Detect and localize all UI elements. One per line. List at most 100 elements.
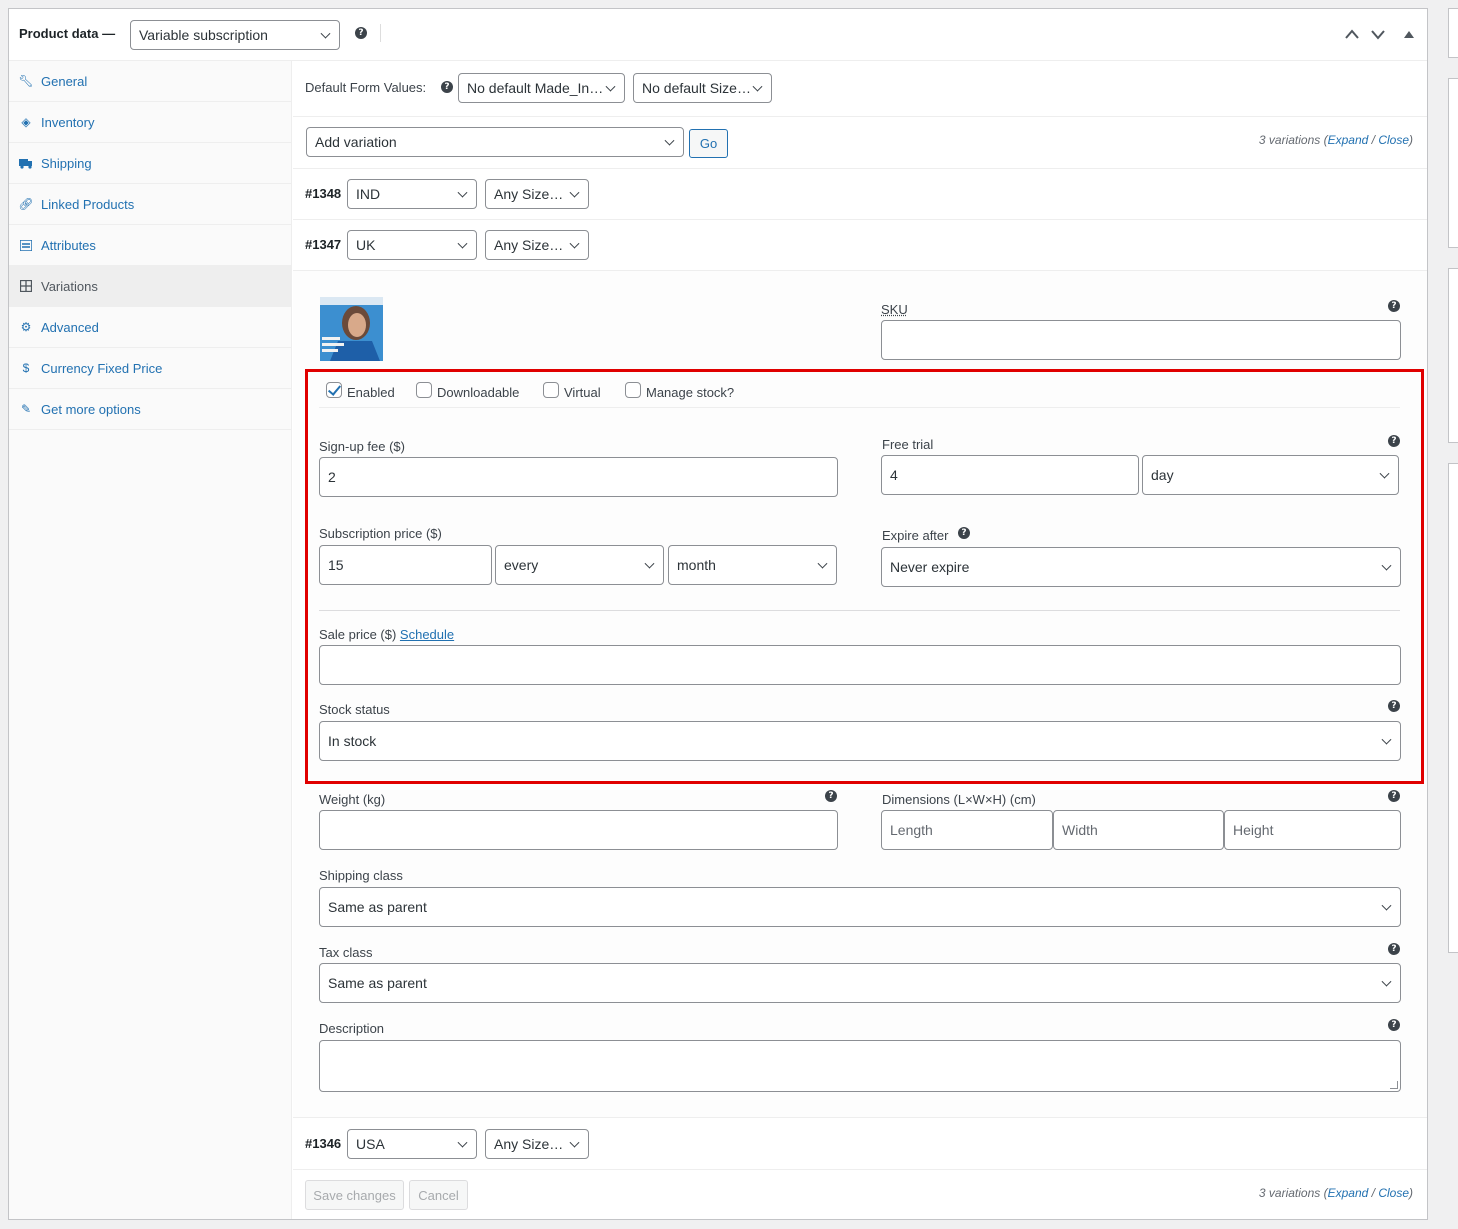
chevron-down-icon	[569, 238, 580, 249]
help-icon[interactable]: ?	[441, 81, 453, 93]
chevron-down-icon	[752, 81, 763, 92]
plugin-icon: ✎	[20, 402, 32, 416]
downloadable-checkbox[interactable]	[416, 382, 432, 398]
variation-id[interactable]: #1346	[305, 1136, 341, 1151]
chevron-down-icon	[1381, 900, 1392, 911]
product-data-tabs: 🔧︎ General ◈ Inventory Shipping 🔗︎ Linked P…	[9, 61, 292, 1219]
variation-id[interactable]: #1348	[305, 186, 341, 201]
height-input[interactable]: Height	[1224, 810, 1401, 850]
manage-stock-label: Manage stock?	[646, 385, 735, 400]
variation-size-select[interactable]: Any Size…	[485, 1129, 589, 1159]
chevron-down-icon[interactable]	[1370, 28, 1386, 40]
tab-inventory[interactable]: ◈ Inventory	[9, 102, 292, 143]
expand-link[interactable]: Expand	[1328, 133, 1369, 147]
product-type-select[interactable]: Variable subscription	[130, 20, 340, 50]
side-box	[1448, 78, 1458, 248]
sku-input[interactable]	[881, 320, 1401, 360]
tab-variations[interactable]: Variations	[9, 266, 292, 307]
tax-class-label: Tax class	[319, 945, 373, 960]
select-value: Same as parent	[328, 899, 427, 915]
schedule-link[interactable]: Schedule	[400, 627, 454, 642]
billing-interval-select[interactable]: every	[495, 545, 664, 585]
sale-price-input[interactable]	[319, 645, 1401, 685]
collapse-triangle-icon[interactable]	[1404, 30, 1414, 38]
help-icon[interactable]: ?	[1388, 943, 1400, 955]
side-box	[1448, 463, 1458, 953]
chevron-down-icon	[664, 135, 675, 146]
help-icon[interactable]: ?	[1388, 790, 1400, 802]
variation-size-select[interactable]: Any Size…	[485, 179, 589, 209]
billing-period-select[interactable]: month	[668, 545, 837, 585]
free-trial-input[interactable]: 4	[881, 455, 1139, 495]
select-value: Same as parent	[328, 975, 427, 991]
tab-currency-fixed-price[interactable]: $ Currency Fixed Price	[9, 348, 292, 389]
help-icon[interactable]: ?	[958, 527, 970, 539]
tab-shipping[interactable]: Shipping	[9, 143, 292, 184]
help-icon[interactable]: ?	[1388, 700, 1400, 712]
divider	[319, 610, 1400, 611]
expire-after-select[interactable]: Never expire	[881, 547, 1401, 587]
help-icon[interactable]: ?	[825, 790, 837, 802]
virtual-checkbox[interactable]	[543, 382, 559, 398]
select-value: No default Made_In…	[467, 80, 604, 96]
enabled-checkbox[interactable]	[326, 382, 342, 398]
cancel-button[interactable]: Cancel	[409, 1180, 468, 1210]
variation-size-select[interactable]: Any Size…	[485, 230, 589, 260]
variation-id[interactable]: #1347	[305, 237, 341, 252]
width-input[interactable]: Width	[1053, 810, 1224, 850]
chevron-down-icon	[457, 238, 468, 249]
divider	[293, 168, 1427, 169]
help-icon[interactable]: ?	[1388, 300, 1400, 312]
wrench-icon: 🔧︎	[18, 74, 34, 88]
variation-made-in-select[interactable]: IND	[347, 179, 477, 209]
weight-label: Weight (kg)	[319, 792, 386, 807]
free-trial-period-select[interactable]: day	[1142, 455, 1399, 495]
select-value: USA	[356, 1136, 385, 1152]
tab-attributes[interactable]: Attributes	[9, 225, 292, 266]
signup-fee-input[interactable]: 2	[319, 457, 838, 497]
grid-icon	[19, 279, 33, 293]
chevron-down-icon	[605, 81, 616, 92]
chevron-up-icon[interactable]	[1344, 28, 1360, 40]
magazine-cover-image	[320, 297, 383, 361]
default-form-values-label: Default Form Values:	[305, 80, 427, 95]
tab-general[interactable]: 🔧︎ General	[9, 61, 292, 102]
separator: /	[1368, 133, 1379, 147]
gear-icon: ⚙	[20, 320, 32, 334]
manage-stock-checkbox[interactable]	[625, 382, 641, 398]
chevron-down-icon	[1379, 468, 1390, 479]
stock-status-select[interactable]: In stock	[319, 721, 1401, 761]
divider	[293, 116, 1427, 117]
tax-class-select[interactable]: Same as parent	[319, 963, 1401, 1003]
add-variation-select[interactable]: Add variation	[306, 127, 684, 157]
default-made-in-select[interactable]: No default Made_In…	[458, 73, 625, 103]
variation-image[interactable]	[320, 297, 383, 361]
downloadable-label: Downloadable	[437, 385, 520, 400]
tab-linked-products[interactable]: 🔗︎ Linked Products	[9, 184, 292, 225]
description-textarea[interactable]	[319, 1040, 1401, 1092]
tab-get-more-options[interactable]: ✎ Get more options	[9, 389, 292, 430]
resize-handle[interactable]	[1390, 1081, 1398, 1089]
help-icon[interactable]: ?	[355, 27, 367, 39]
shipping-class-select[interactable]: Same as parent	[319, 887, 1401, 927]
save-changes-button[interactable]: Save changes	[305, 1180, 404, 1210]
default-size-select[interactable]: No default Size…	[633, 73, 772, 103]
tab-label: Variations	[41, 278, 98, 294]
length-input[interactable]: Length	[881, 810, 1053, 850]
truck-icon	[19, 156, 33, 170]
subscription-price-input[interactable]: 15	[319, 545, 492, 585]
help-icon[interactable]: ?	[1388, 1019, 1400, 1031]
product-type-value: Variable subscription	[139, 27, 268, 43]
go-button[interactable]: Go	[689, 129, 728, 158]
close-link[interactable]: Close	[1378, 1186, 1409, 1200]
tab-advanced[interactable]: ⚙ Advanced	[9, 307, 292, 348]
variation-made-in-select[interactable]: UK	[347, 230, 477, 260]
select-value: Any Size…	[494, 1136, 564, 1152]
close-link[interactable]: Close	[1378, 133, 1409, 147]
variation-made-in-select[interactable]: USA	[347, 1129, 477, 1159]
link-icon: 🔗︎	[18, 197, 34, 211]
separator: /	[1368, 1186, 1379, 1200]
help-icon[interactable]: ?	[1388, 435, 1400, 447]
weight-input[interactable]	[319, 810, 838, 850]
expand-link[interactable]: Expand	[1328, 1186, 1369, 1200]
